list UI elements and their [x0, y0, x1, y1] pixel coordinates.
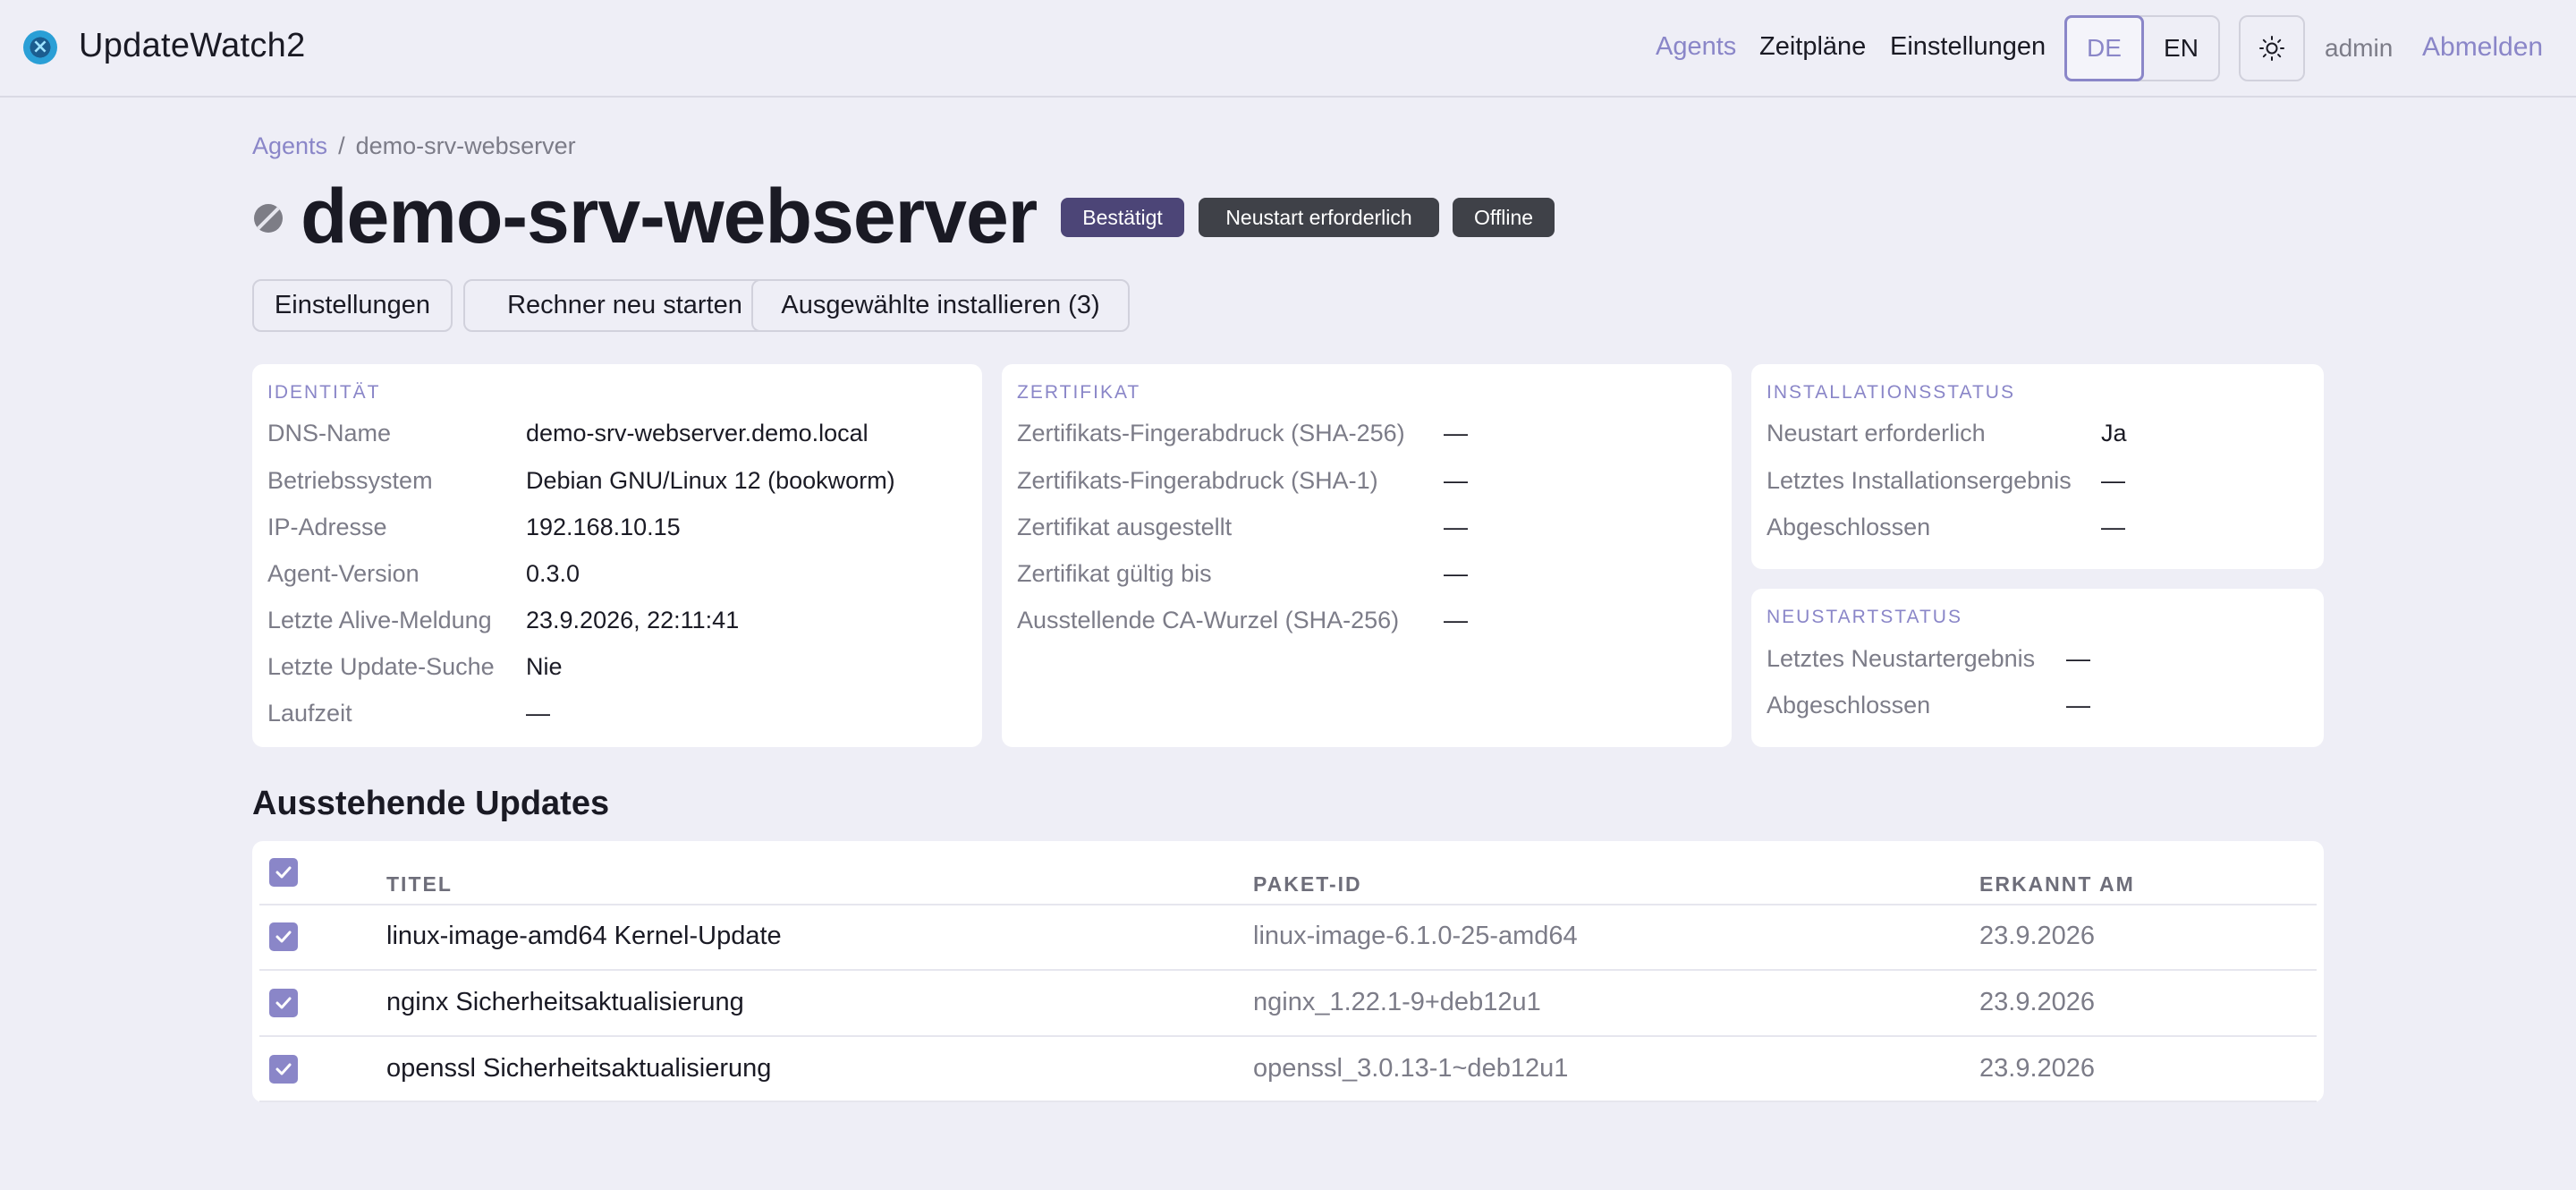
- last-update-search-value: Nie: [526, 653, 563, 680]
- row-select-checkbox[interactable]: [269, 922, 298, 951]
- last-install-result-value: —: [2101, 467, 2125, 494]
- checkmark-icon: [275, 997, 292, 1009]
- checkmark-icon: [275, 866, 292, 879]
- install-selected-button[interactable]: Ausgewählte installieren (3): [751, 279, 1130, 332]
- current-user: admin: [2325, 34, 2394, 62]
- checkmark-icon: [275, 1063, 292, 1075]
- language-en-button[interactable]: EN: [2144, 17, 2218, 80]
- reboot-completed-label: Abgeschlossen: [1767, 692, 1931, 718]
- breadcrumb-agents-link[interactable]: Agents: [252, 132, 327, 159]
- uptime-label: Laufzeit: [267, 700, 352, 727]
- top-navigation-bar: UpdateWatch2 Agents Zeitpläne Einstellun…: [0, 0, 2576, 98]
- breadcrumb: Agents / demo-srv-webserver: [252, 132, 576, 160]
- restart-computer-button[interactable]: Rechner neu starten: [463, 279, 786, 332]
- last-alive-value: 23.9.2026, 22:11:41: [526, 607, 740, 633]
- cert-sha256-value: —: [1444, 420, 1468, 446]
- pending-updates-table: TITEL PAKET-ID ERKANNT AM linux-image-am…: [252, 841, 2324, 1102]
- last-reboot-result-value: —: [2066, 645, 2090, 672]
- reboot-required-badge: Neustart erforderlich: [1199, 198, 1439, 237]
- update-detected-date: 23.9.2026: [1979, 988, 2096, 1016]
- identity-heading: IDENTITÄT: [267, 382, 381, 403]
- agent-version-label: Agent-Version: [267, 560, 419, 587]
- cert-sha1-value: —: [1444, 467, 1468, 494]
- issuing-ca-value: —: [1444, 607, 1468, 633]
- pending-updates-title: Ausstehende Updates: [252, 785, 610, 822]
- issuing-ca-label: Ausstellende CA-Wurzel (SHA-256): [1017, 607, 1400, 633]
- os-label: Betriebssystem: [267, 467, 433, 494]
- nav-schedules[interactable]: Zeitpläne: [1759, 32, 1866, 62]
- dns-name-label: DNS-Name: [267, 420, 392, 446]
- install-completed-value: —: [2101, 514, 2125, 540]
- offline-badge: Offline: [1453, 198, 1555, 237]
- app-brand: UpdateWatch2: [79, 27, 306, 64]
- page-title: demo-srv-webserver: [301, 174, 1038, 259]
- column-header-package: PAKET-ID: [1253, 872, 1362, 896]
- column-header-detected: ERKANNT AM: [1979, 872, 2135, 896]
- app-logo-icon: [23, 30, 57, 64]
- update-detected-date: 23.9.2026: [1979, 1054, 2096, 1083]
- last-update-search-label: Letzte Update-Suche: [267, 653, 495, 680]
- select-all-checkbox[interactable]: [269, 858, 298, 887]
- reboot-completed-value: —: [2066, 692, 2090, 718]
- cert-issued-label: Zertifikat ausgestellt: [1017, 514, 1233, 540]
- agent-version-value: 0.3.0: [526, 560, 580, 587]
- language-de-button[interactable]: DE: [2064, 15, 2144, 81]
- reboot-status-heading: NEUSTARTSTATUS: [1767, 607, 1962, 627]
- update-package-id: openssl_3.0.13-1~deb12u1: [1253, 1054, 1569, 1083]
- language-switcher: DE EN: [2064, 15, 2220, 81]
- nav-agents[interactable]: Agents: [1656, 32, 1736, 62]
- update-title: openssl Sicherheitsaktualisierung: [386, 1054, 772, 1083]
- theme-toggle-button[interactable]: [2239, 15, 2305, 81]
- breadcrumb-separator: /: [338, 132, 345, 159]
- sun-icon: [2259, 36, 2284, 61]
- update-detected-date: 23.9.2026: [1979, 922, 2096, 950]
- dns-name-value: demo-srv-webserver.demo.local: [526, 420, 869, 446]
- row-select-checkbox[interactable]: [269, 989, 298, 1017]
- reboot-status-card: NEUSTARTSTATUS Letztes Neustartergebnis …: [1751, 589, 2324, 747]
- update-title: linux-image-amd64 Kernel-Update: [386, 922, 782, 950]
- agent-settings-button[interactable]: Einstellungen: [252, 279, 453, 332]
- cert-sha1-label: Zertifikats-Fingerabdruck (SHA-1): [1017, 467, 1378, 494]
- table-divider: [259, 1035, 2317, 1037]
- certificate-heading: ZERTIFIKAT: [1017, 382, 1141, 403]
- breadcrumb-current: demo-srv-webserver: [355, 132, 576, 159]
- identity-card: IDENTITÄT DNS-Name demo-srv-webserver.de…: [252, 364, 982, 747]
- nav-settings[interactable]: Einstellungen: [1890, 32, 2046, 62]
- cert-issued-value: —: [1444, 514, 1468, 540]
- update-title: nginx Sicherheitsaktualisierung: [386, 988, 744, 1016]
- table-divider: [259, 969, 2317, 971]
- installation-status-heading: INSTALLATIONSSTATUS: [1767, 382, 2015, 403]
- last-reboot-result-label: Letztes Neustartergebnis: [1767, 645, 2036, 672]
- ip-address-label: IP-Adresse: [267, 514, 387, 540]
- ip-address-value: 192.168.10.15: [526, 514, 681, 540]
- last-alive-label: Letzte Alive-Meldung: [267, 607, 492, 633]
- update-package-id: nginx_1.22.1-9+deb12u1: [1253, 988, 1541, 1016]
- column-header-title: TITEL: [386, 872, 453, 896]
- table-divider: [259, 1101, 2317, 1102]
- table-divider: [259, 904, 2317, 905]
- cert-sha256-label: Zertifikats-Fingerabdruck (SHA-256): [1017, 420, 1405, 446]
- install-completed-label: Abgeschlossen: [1767, 514, 1931, 540]
- last-install-result-label: Letztes Installationsergebnis: [1767, 467, 2072, 494]
- confirmed-badge: Bestätigt: [1061, 198, 1184, 237]
- cert-valid-until-value: —: [1444, 560, 1468, 587]
- installation-status-card: INSTALLATIONSSTATUS Neustart erforderlic…: [1751, 364, 2324, 569]
- update-package-id: linux-image-6.1.0-25-amd64: [1253, 922, 1578, 950]
- uptime-value: —: [526, 700, 550, 727]
- offline-status-icon: [254, 204, 283, 233]
- os-value: Debian GNU/Linux 12 (bookworm): [526, 467, 895, 494]
- row-select-checkbox[interactable]: [269, 1055, 298, 1084]
- logout-link[interactable]: Abmelden: [2422, 32, 2543, 63]
- checkmark-icon: [275, 931, 292, 943]
- cert-valid-until-label: Zertifikat gültig bis: [1017, 560, 1212, 587]
- reboot-required-value: Ja: [2101, 420, 2127, 446]
- certificate-card: ZERTIFIKAT Zertifikats-Fingerabdruck (SH…: [1002, 364, 1732, 747]
- reboot-required-label: Neustart erforderlich: [1767, 420, 1986, 446]
